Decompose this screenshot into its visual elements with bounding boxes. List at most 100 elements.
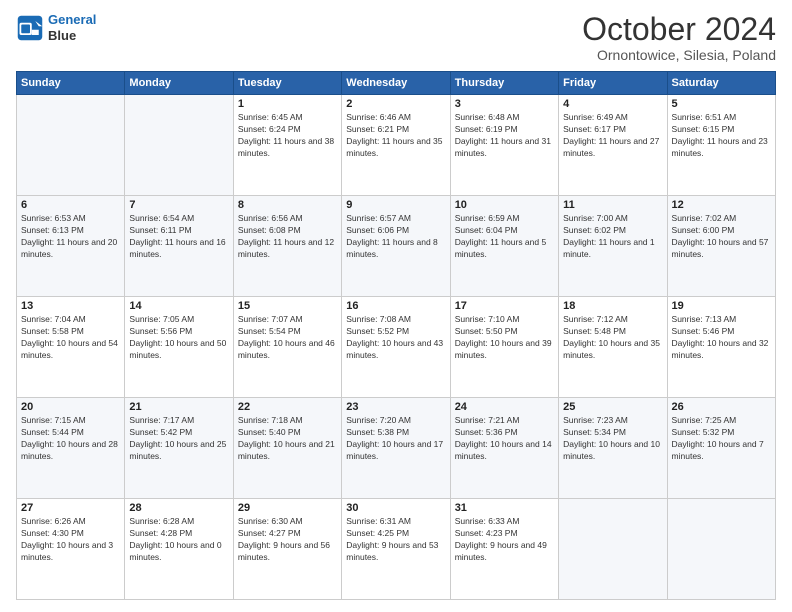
col-monday: Monday: [125, 72, 233, 95]
logo-icon: [16, 14, 44, 42]
calendar-cell: 31 Sunrise: 6:33 AMSunset: 4:23 PMDayligh…: [450, 499, 558, 600]
calendar-cell: [125, 95, 233, 196]
header: General Blue October 2024 Ornontowice, S…: [16, 12, 776, 63]
day-number: 12: [672, 199, 771, 211]
calendar-cell: 13 Sunrise: 7:04 AMSunset: 5:58 PMDayligh…: [17, 297, 125, 398]
calendar-cell: 20Sunrise: 7:15 AMSunset: 5:44 PMDayligh…: [17, 398, 125, 499]
calendar-cell: 10Sunrise: 6:59 AMSunset: 6:04 PMDayligh…: [450, 196, 558, 297]
calendar-cell: 22 Sunrise: 7:18 AMSunset: 5:40 PMDayligh…: [233, 398, 341, 499]
calendar-cell: 24 Sunrise: 7:21 AMSunset: 5:36 PMDayligh…: [450, 398, 558, 499]
calendar-cell: 6 Sunrise: 6:53 AMSunset: 6:13 PMDaylight…: [17, 196, 125, 297]
calendar-cell: 12Sunrise: 7:02 AMSunset: 6:00 PMDayligh…: [667, 196, 775, 297]
calendar-cell: 27Sunrise: 6:26 AMSunset: 4:30 PMDayligh…: [17, 499, 125, 600]
logo-line1: General: [48, 12, 96, 27]
day-detail: Sunrise: 6:26 AMSunset: 4:30 PMDaylight:…: [21, 516, 120, 564]
calendar-cell: [17, 95, 125, 196]
calendar-cell: 21 Sunrise: 7:17 AMSunset: 5:42 PMDayligh…: [125, 398, 233, 499]
day-detail: Sunrise: 6:49 AMSunset: 6:17 PMDaylight:…: [563, 112, 662, 160]
month-title: October 2024: [582, 12, 776, 47]
day-number: 10: [455, 199, 554, 211]
day-detail: Sunrise: 6:53 AMSunset: 6:13 PMDaylight:…: [21, 213, 120, 261]
calendar-table: Sunday Monday Tuesday Wednesday Thursday…: [16, 71, 776, 600]
day-detail: Sunrise: 7:20 AMSunset: 5:38 PMDaylight:…: [346, 415, 445, 463]
day-number: 21: [129, 401, 228, 413]
calendar-cell: 30 Sunrise: 6:31 AMSunset: 4:25 PMDayligh…: [342, 499, 450, 600]
day-detail: Sunrise: 7:00 AMSunset: 6:02 PMDaylight:…: [563, 213, 662, 261]
calendar-cell: 28 Sunrise: 6:28 AMSunset: 4:28 PMDayligh…: [125, 499, 233, 600]
calendar-cell: 4Sunrise: 6:49 AMSunset: 6:17 PMDaylight…: [559, 95, 667, 196]
day-detail: Sunrise: 7:04 AMSunset: 5:58 PMDaylight:…: [21, 314, 120, 362]
day-detail: Sunrise: 6:46 AMSunset: 6:21 PMDaylight:…: [346, 112, 445, 160]
day-detail: Sunrise: 6:33 AMSunset: 4:23 PMDaylight:…: [455, 516, 554, 564]
col-friday: Friday: [559, 72, 667, 95]
day-number: 6: [21, 199, 120, 211]
day-number: 16: [346, 300, 445, 312]
day-number: 24: [455, 401, 554, 413]
day-number: 13: [21, 300, 120, 312]
day-number: 2: [346, 98, 445, 110]
calendar-body: 1 Sunrise: 6:45 AMSunset: 6:24 PMDaylight…: [17, 95, 776, 600]
day-detail: Sunrise: 7:12 AMSunset: 5:48 PMDaylight:…: [563, 314, 662, 362]
day-number: 22: [238, 401, 337, 413]
calendar-cell: 14Sunrise: 7:05 AMSunset: 5:56 PMDayligh…: [125, 297, 233, 398]
day-number: 17: [455, 300, 554, 312]
day-detail: Sunrise: 7:21 AMSunset: 5:36 PMDaylight:…: [455, 415, 554, 463]
day-detail: Sunrise: 7:10 AMSunset: 5:50 PMDaylight:…: [455, 314, 554, 362]
day-number: 14: [129, 300, 228, 312]
day-number: 15: [238, 300, 337, 312]
calendar-cell: 23Sunrise: 7:20 AMSunset: 5:38 PMDayligh…: [342, 398, 450, 499]
col-sunday: Sunday: [17, 72, 125, 95]
calendar-cell: 5Sunrise: 6:51 AMSunset: 6:15 PMDaylight…: [667, 95, 775, 196]
day-number: 11: [563, 199, 662, 211]
calendar-cell: 16 Sunrise: 7:08 AMSunset: 5:52 PMDayligh…: [342, 297, 450, 398]
day-number: 28: [129, 502, 228, 514]
day-detail: Sunrise: 6:56 AMSunset: 6:08 PMDaylight:…: [238, 213, 337, 261]
calendar-cell: [559, 499, 667, 600]
calendar-cell: [667, 499, 775, 600]
day-detail: Sunrise: 7:08 AMSunset: 5:52 PMDaylight:…: [346, 314, 445, 362]
calendar-cell: 29 Sunrise: 6:30 AMSunset: 4:27 PMDayligh…: [233, 499, 341, 600]
day-detail: Sunrise: 7:17 AMSunset: 5:42 PMDaylight:…: [129, 415, 228, 463]
calendar-week-4: 27Sunrise: 6:26 AMSunset: 4:30 PMDayligh…: [17, 499, 776, 600]
day-detail: Sunrise: 6:31 AMSunset: 4:25 PMDaylight:…: [346, 516, 445, 564]
day-detail: Sunrise: 6:57 AMSunset: 6:06 PMDaylight:…: [346, 213, 445, 261]
day-number: 18: [563, 300, 662, 312]
day-detail: Sunrise: 7:23 AMSunset: 5:34 PMDaylight:…: [563, 415, 662, 463]
day-detail: Sunrise: 6:30 AMSunset: 4:27 PMDaylight:…: [238, 516, 337, 564]
col-tuesday: Tuesday: [233, 72, 341, 95]
day-detail: Sunrise: 7:07 AMSunset: 5:54 PMDaylight:…: [238, 314, 337, 362]
day-number: 25: [563, 401, 662, 413]
weekday-row: Sunday Monday Tuesday Wednesday Thursday…: [17, 72, 776, 95]
day-number: 30: [346, 502, 445, 514]
calendar-cell: 7Sunrise: 6:54 AMSunset: 6:11 PMDaylight…: [125, 196, 233, 297]
day-number: 7: [129, 199, 228, 211]
calendar-cell: 2 Sunrise: 6:46 AMSunset: 6:21 PMDaylight…: [342, 95, 450, 196]
day-detail: Sunrise: 7:15 AMSunset: 5:44 PMDaylight:…: [21, 415, 120, 463]
day-number: 19: [672, 300, 771, 312]
logo-text: General Blue: [48, 12, 96, 43]
calendar-header: Sunday Monday Tuesday Wednesday Thursday…: [17, 72, 776, 95]
day-detail: Sunrise: 6:28 AMSunset: 4:28 PMDaylight:…: [129, 516, 228, 564]
calendar-cell: 26 Sunrise: 7:25 AMSunset: 5:32 PMDayligh…: [667, 398, 775, 499]
location-subtitle: Ornontowice, Silesia, Poland: [582, 47, 776, 63]
day-number: 26: [672, 401, 771, 413]
col-thursday: Thursday: [450, 72, 558, 95]
calendar-week-2: 13 Sunrise: 7:04 AMSunset: 5:58 PMDayligh…: [17, 297, 776, 398]
day-detail: Sunrise: 7:13 AMSunset: 5:46 PMDaylight:…: [672, 314, 771, 362]
day-number: 31: [455, 502, 554, 514]
calendar-cell: 18 Sunrise: 7:12 AMSunset: 5:48 PMDayligh…: [559, 297, 667, 398]
day-detail: Sunrise: 6:45 AMSunset: 6:24 PMDaylight:…: [238, 112, 337, 160]
calendar-week-3: 20Sunrise: 7:15 AMSunset: 5:44 PMDayligh…: [17, 398, 776, 499]
day-detail: Sunrise: 6:51 AMSunset: 6:15 PMDaylight:…: [672, 112, 771, 160]
calendar-cell: 1 Sunrise: 6:45 AMSunset: 6:24 PMDaylight…: [233, 95, 341, 196]
day-detail: Sunrise: 7:25 AMSunset: 5:32 PMDaylight:…: [672, 415, 771, 463]
day-detail: Sunrise: 6:48 AMSunset: 6:19 PMDaylight:…: [455, 112, 554, 160]
calendar-cell: 25 Sunrise: 7:23 AMSunset: 5:34 PMDayligh…: [559, 398, 667, 499]
calendar-cell: 8 Sunrise: 6:56 AMSunset: 6:08 PMDaylight…: [233, 196, 341, 297]
day-number: 1: [238, 98, 337, 110]
day-number: 8: [238, 199, 337, 211]
day-number: 29: [238, 502, 337, 514]
day-detail: Sunrise: 7:18 AMSunset: 5:40 PMDaylight:…: [238, 415, 337, 463]
calendar-cell: 15 Sunrise: 7:07 AMSunset: 5:54 PMDayligh…: [233, 297, 341, 398]
calendar-cell: 3Sunrise: 6:48 AMSunset: 6:19 PMDaylight…: [450, 95, 558, 196]
